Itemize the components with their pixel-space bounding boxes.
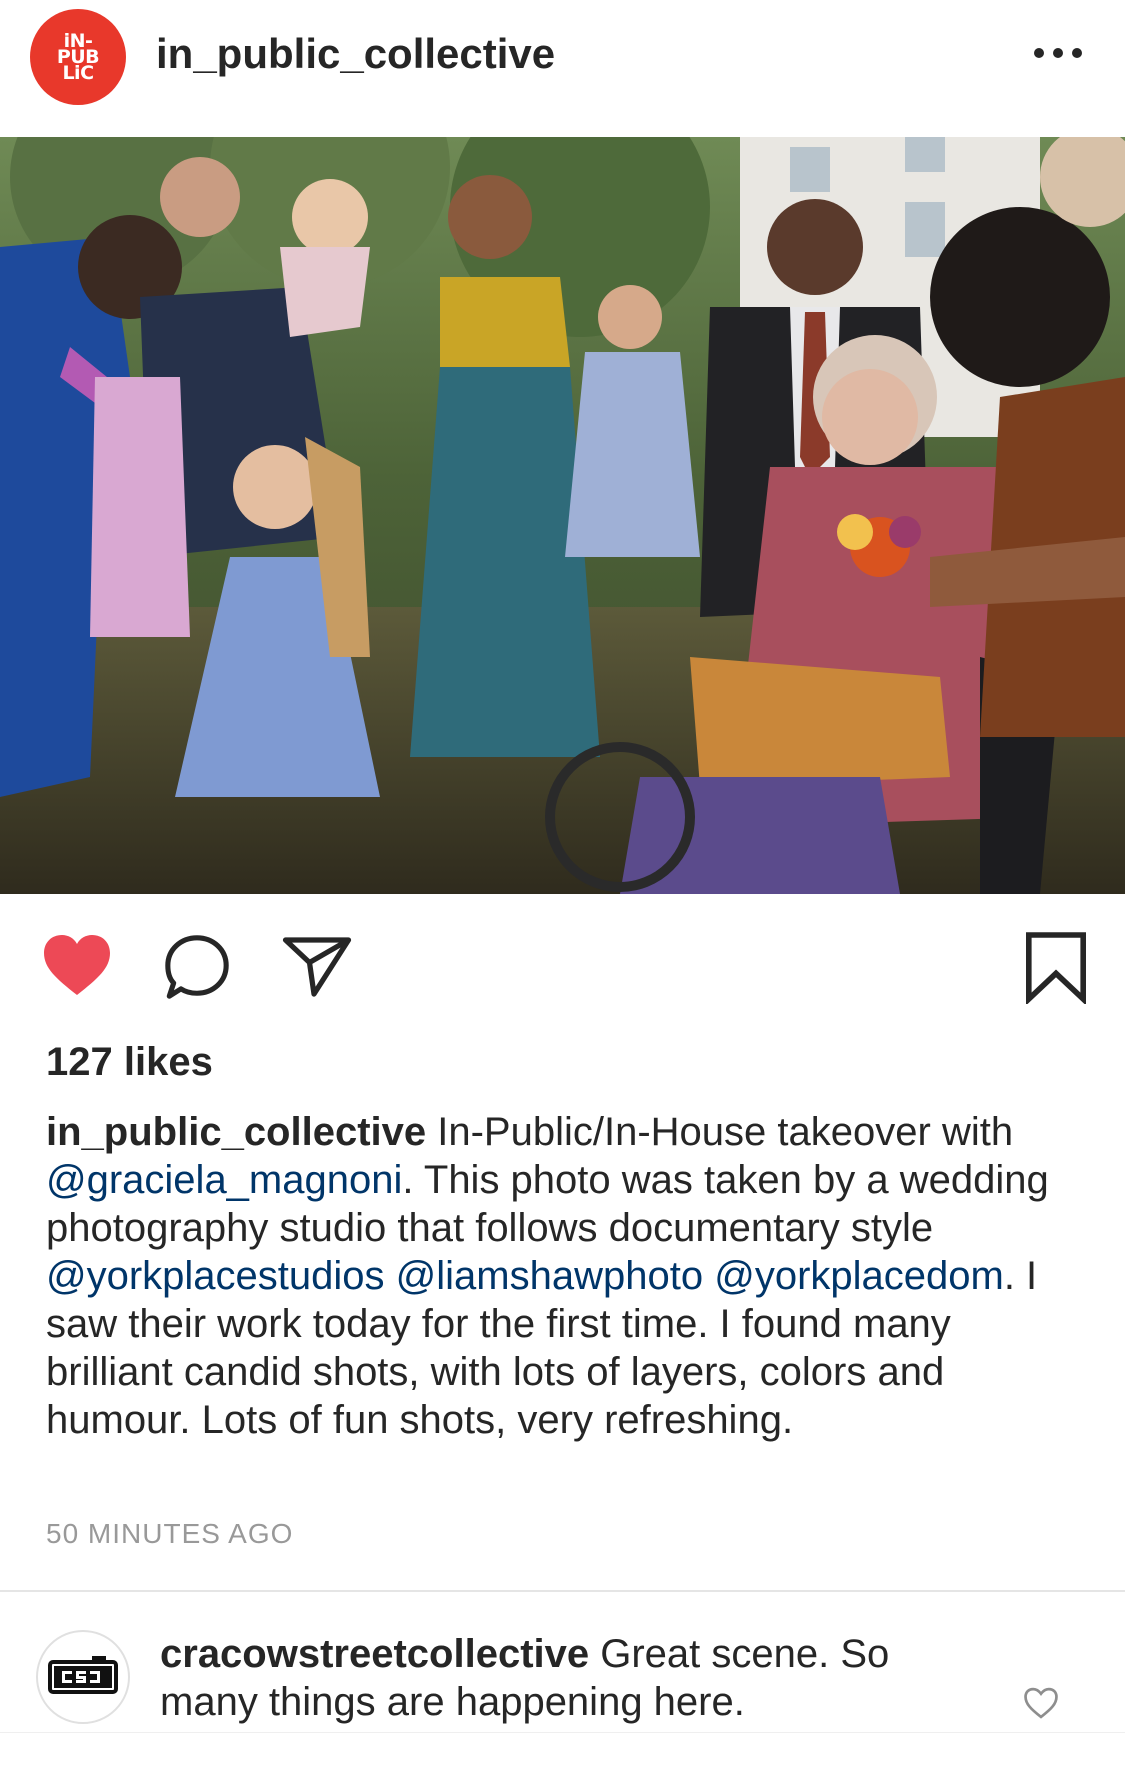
caption-text <box>385 1254 396 1298</box>
mention-link[interactable]: @liamshawphoto <box>396 1254 703 1298</box>
post-caption: in_public_collective In-Public/In-House … <box>46 1108 1086 1444</box>
avatar-line-3: LiC <box>62 62 94 84</box>
share-icon[interactable] <box>280 934 354 1000</box>
heart-filled-icon[interactable] <box>40 932 114 998</box>
mention-link[interactable]: @graciela_magnoni <box>46 1158 402 1202</box>
commenter-avatar[interactable] <box>36 1630 130 1724</box>
comment-icon[interactable] <box>162 932 232 1002</box>
mention-link[interactable]: @yorkplacedom <box>714 1254 1004 1298</box>
post-photo[interactable] <box>0 137 1125 894</box>
post-username[interactable]: in_public_collective <box>156 30 555 78</box>
post-header: iN- PUB LiC in_public_collective <box>0 0 1125 137</box>
commenter-username[interactable]: cracowstreetcollective <box>160 1632 589 1676</box>
caption-text: In-Public/In-House takeover with <box>426 1110 1014 1154</box>
bookmark-icon[interactable] <box>1024 930 1088 1004</box>
action-bar <box>0 920 1125 1010</box>
comment-text: cracowstreetcollective Great scene. So m… <box>160 1630 980 1726</box>
profile-avatar[interactable]: iN- PUB LiC <box>30 9 126 105</box>
comment-row: cracowstreetcollective Great scene. So m… <box>0 1592 1125 1768</box>
post-timestamp: 50 MINUTES AGO <box>46 1518 294 1549</box>
csc-logo-icon <box>48 1656 118 1694</box>
bottom-divider <box>0 1732 1125 1733</box>
caption-text <box>703 1254 714 1298</box>
heart-outline-icon[interactable] <box>1022 1686 1060 1720</box>
more-horizontal-icon[interactable] <box>1034 48 1082 60</box>
mention-link[interactable]: @yorkplacestudios <box>46 1254 385 1298</box>
likes-count[interactable]: 127 likes <box>46 1040 213 1085</box>
caption-username[interactable]: in_public_collective <box>46 1110 426 1154</box>
